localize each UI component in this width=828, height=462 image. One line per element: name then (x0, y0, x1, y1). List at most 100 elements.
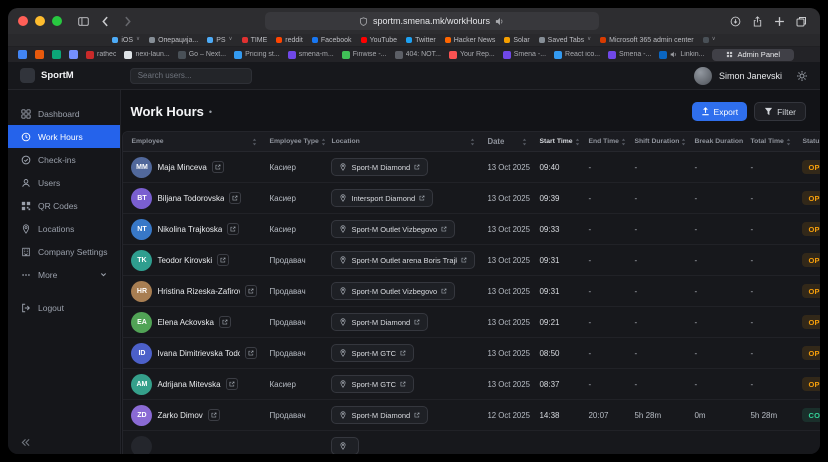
browser-tab[interactable]: Linkin... (659, 51, 704, 59)
column-header[interactable]: Date (481, 132, 533, 151)
browser-tab[interactable]: Finwise -... (342, 51, 387, 59)
column-header[interactable]: Employee (123, 132, 263, 151)
bookmark-item[interactable]: Solar (504, 37, 529, 44)
column-header[interactable]: Employee Type (263, 132, 325, 151)
browser-tab[interactable]: Go – Next... (178, 51, 226, 59)
pinned-tab[interactable] (69, 50, 78, 59)
sidebar-item-work-hours[interactable]: Work Hours (8, 125, 120, 148)
browser-tab[interactable]: 404: NOT... (395, 51, 441, 59)
external-link-icon[interactable] (245, 347, 257, 359)
external-link-icon[interactable] (414, 164, 420, 170)
export-button[interactable]: Export (692, 102, 748, 121)
download-icon[interactable] (727, 13, 744, 30)
bookmark-item[interactable]: ∨ (703, 37, 716, 43)
bookmark-item[interactable]: iOS∨ (112, 37, 140, 44)
location-pill[interactable]: Sport-M Outlet Vizbegovo (331, 282, 455, 300)
audio-icon[interactable] (495, 17, 504, 26)
tab-overview-icon[interactable] (793, 13, 810, 30)
location-pill[interactable]: Sport-M Diamond (331, 158, 428, 176)
external-link-icon[interactable] (229, 192, 241, 204)
external-link-icon[interactable] (441, 226, 447, 232)
table-row[interactable]: AMAdrijana MitevskaКасиерSport-M GTC13 O… (123, 369, 820, 400)
location-pill[interactable]: Sport-M Outlet arena Boris Trajkovski (331, 251, 475, 269)
external-link-icon[interactable] (212, 161, 224, 173)
bookmark-item[interactable]: Facebook (312, 37, 352, 44)
external-link-icon[interactable] (419, 195, 425, 201)
browser-tab[interactable]: rathec (86, 51, 116, 59)
location-pill[interactable]: Sport-M Outlet Vizbegovo (331, 220, 455, 238)
bookmark-item[interactable]: TIME (242, 37, 268, 44)
sidebar-item-company-settings[interactable]: Company Settings (8, 240, 120, 263)
location-pill[interactable]: Intersport Diamond (331, 189, 433, 207)
location-pill[interactable]: Sport-M GTC (331, 375, 414, 393)
forward-button[interactable] (119, 13, 136, 30)
bookmark-item[interactable]: Операција... (149, 37, 198, 44)
browser-tab[interactable]: Your Rep... (449, 51, 495, 59)
browser-tab[interactable]: nexi-laun... (124, 51, 169, 59)
column-header[interactable]: Break Duration (688, 132, 744, 151)
browser-tab[interactable]: Smena -... (503, 51, 546, 59)
sidebar-item-logout[interactable]: Logout (8, 296, 120, 319)
location-pill[interactable]: Sport-M Diamond (331, 406, 428, 424)
table-row[interactable]: MMMaja MincevaКасиерSport-M Diamond13 Oc… (123, 152, 820, 183)
table-row[interactable]: HRHristina Rizeska-ZafirovikПродавачSpor… (123, 276, 820, 307)
external-link-icon[interactable] (217, 254, 229, 266)
table-row[interactable]: ZDZarko DimovПродавачSport-M Diamond12 O… (123, 400, 820, 431)
external-link-icon[interactable] (441, 288, 447, 294)
sidebar-item-dashboard[interactable]: Dashboard (8, 102, 120, 125)
browser-tab[interactable]: Smena -... (608, 51, 651, 59)
bookmark-item[interactable]: Hacker News (445, 37, 496, 44)
external-link-icon[interactable] (245, 285, 257, 297)
column-header[interactable]: Location (325, 132, 481, 151)
avatar[interactable] (694, 67, 712, 85)
column-header[interactable]: Start Time (533, 132, 582, 151)
external-link-icon[interactable] (400, 381, 406, 387)
search-input[interactable] (130, 68, 252, 84)
back-button[interactable] (97, 13, 114, 30)
address-bar[interactable]: sportm.smena.mk/workHours (265, 12, 599, 30)
new-tab-icon[interactable] (771, 13, 788, 30)
close-button[interactable] (18, 16, 28, 26)
table-row[interactable]: IDIvana Dimitrievska TodorovskaПродавачS… (123, 338, 820, 369)
external-link-icon[interactable] (400, 350, 406, 356)
external-link-icon[interactable] (227, 223, 239, 235)
column-header[interactable]: Total Time (744, 132, 796, 151)
pinned-tab[interactable] (18, 50, 27, 59)
sidebar-item-qr-codes[interactable]: QR Codes (8, 194, 120, 217)
share-icon[interactable] (749, 13, 766, 30)
bookmark-item[interactable]: reddit (276, 37, 303, 44)
external-link-icon[interactable] (226, 378, 238, 390)
location-pill[interactable] (331, 437, 359, 454)
sidebar-item-locations[interactable]: Locations (8, 217, 120, 240)
column-header[interactable]: Status (796, 132, 820, 151)
collapse-sidebar-icon[interactable] (21, 438, 30, 447)
external-link-icon[interactable] (219, 316, 231, 328)
column-header[interactable]: Shift Duration (628, 132, 688, 151)
table-row[interactable] (123, 431, 820, 454)
bookmark-item[interactable]: Twitter (406, 37, 436, 44)
location-pill[interactable]: Sport-M GTC (331, 344, 414, 362)
zoom-button[interactable] (52, 16, 62, 26)
bookmark-item[interactable]: YouTube (361, 37, 398, 44)
bookmark-item[interactable]: PS∨ (207, 37, 232, 44)
pinned-tab[interactable] (35, 50, 44, 59)
minimize-button[interactable] (35, 16, 45, 26)
gear-icon[interactable] (796, 70, 808, 82)
table-row[interactable]: EAElena AckovskaПродавачSport-M Diamond1… (123, 307, 820, 338)
bookmark-item[interactable]: Microsoft 365 admin center (600, 37, 693, 44)
active-tab[interactable]: Admin Panel (712, 49, 794, 61)
sidebar-item-check-ins[interactable]: Check-ins (8, 148, 120, 171)
external-link-icon[interactable] (414, 412, 420, 418)
sidebar-item-more[interactable]: More (8, 263, 120, 286)
external-link-icon[interactable] (208, 409, 220, 421)
sidebar-item-users[interactable]: Users (8, 171, 120, 194)
sidebar-toggle-icon[interactable] (75, 13, 92, 30)
column-header[interactable]: End Time (582, 132, 628, 151)
external-link-icon[interactable] (414, 319, 420, 325)
pinned-tab[interactable] (52, 50, 61, 59)
external-link-icon[interactable] (461, 257, 467, 263)
location-pill[interactable]: Sport-M Diamond (331, 313, 428, 331)
bookmark-item[interactable]: Saved Tabs∨ (539, 37, 591, 44)
table-row[interactable]: NTNikolina TrajkoskaКасиерSport-M Outlet… (123, 214, 820, 245)
table-row[interactable]: BTBiljana TodorovskaКасиерIntersport Dia… (123, 183, 820, 214)
